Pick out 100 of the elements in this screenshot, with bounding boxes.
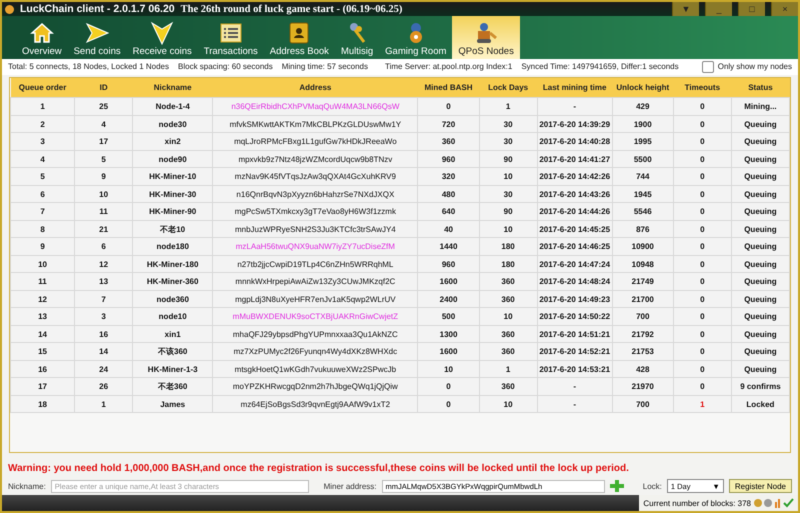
table-cell: 不老360 bbox=[132, 378, 213, 396]
table-cell: 2017-6-20 14:45:25 bbox=[537, 220, 612, 238]
window-control[interactable]: × bbox=[771, 2, 798, 16]
table-cell: 5 bbox=[10, 168, 75, 186]
table-cell: 30 bbox=[479, 115, 538, 133]
table-cell: 0 bbox=[418, 98, 480, 116]
table-cell: 744 bbox=[612, 168, 674, 186]
column-header[interactable]: ID bbox=[74, 78, 133, 98]
column-header[interactable]: Timeouts bbox=[673, 78, 732, 98]
table-cell: 360 bbox=[479, 378, 538, 396]
table-cell: Queuing bbox=[731, 220, 790, 238]
table-cell: 1 bbox=[479, 360, 538, 378]
table-cell: 9 confirms bbox=[731, 378, 790, 396]
table-cell: 1 bbox=[673, 395, 732, 413]
column-header[interactable]: Lock Days bbox=[479, 78, 538, 98]
table-cell: 2017-6-20 14:52:21 bbox=[537, 342, 612, 360]
table-cell: 2017-6-20 14:53:21 bbox=[537, 360, 612, 378]
table-cell: Queuing bbox=[731, 325, 790, 343]
table-cell: node360 bbox=[132, 290, 213, 308]
table-cell: 15 bbox=[10, 342, 75, 360]
table-cell: 700 bbox=[612, 395, 674, 413]
table-cell: HK-Miner-180 bbox=[132, 255, 213, 273]
toolbar-tab[interactable]: QPoS Nodes bbox=[452, 16, 520, 59]
toolbar-tab[interactable]: Address Book bbox=[264, 16, 335, 59]
table-cell: Queuing bbox=[731, 150, 790, 168]
column-header[interactable]: Queue order bbox=[10, 78, 75, 98]
table-cell: 0 bbox=[673, 202, 732, 220]
table-cell: 8 bbox=[10, 220, 75, 238]
table-cell: n27tb2jjcCwpiD19TLp4C6nZHn5WRRqhML bbox=[212, 255, 418, 273]
table-cell: 2017-6-20 14:50:22 bbox=[537, 308, 612, 326]
window-control[interactable]: □ bbox=[738, 2, 765, 16]
table-cell: 11 bbox=[10, 272, 75, 290]
table-cell: xin2 bbox=[132, 132, 213, 150]
table-cell: 2017-6-20 14:41:27 bbox=[537, 150, 612, 168]
table-cell: 1600 bbox=[418, 342, 480, 360]
table-cell: 2017-6-20 14:39:29 bbox=[537, 115, 612, 133]
table-cell: 0 bbox=[673, 185, 732, 203]
toolbar-tab[interactable]: Receive coins bbox=[126, 16, 198, 59]
list-icon bbox=[218, 21, 243, 45]
banner-text: The 26th round of luck game start - (06.19~06.25) bbox=[180, 4, 404, 14]
table-cell: mtsgkHoetQ1wKGdh7vukuuweXWz2SPwcJb bbox=[212, 360, 418, 378]
toolbar-tab[interactable]: Overview bbox=[16, 16, 68, 59]
register-node-button[interactable]: Register Node bbox=[728, 479, 792, 494]
table-cell: 3 bbox=[74, 308, 133, 326]
toolbar-tab[interactable]: Multisig bbox=[334, 16, 380, 59]
table-cell: mgPcSw5TXmkcxy3gT7eVao8yH6W3f1zzmk bbox=[212, 202, 418, 220]
table-cell: 0 bbox=[673, 378, 732, 396]
table-cell: 6 bbox=[74, 238, 133, 256]
column-header[interactable]: Status bbox=[731, 78, 790, 98]
table-cell: 2400 bbox=[418, 290, 480, 308]
table-cell: 0 bbox=[673, 150, 732, 168]
table-cell: mgpLdj3N8uXyeHFR7enJv1aK5qwp2WLrUV bbox=[212, 290, 418, 308]
table-cell: 0 bbox=[673, 272, 732, 290]
table-cell: 24 bbox=[74, 360, 133, 378]
toolbar-tab[interactable]: Gaming Room bbox=[379, 16, 452, 59]
table-cell: Mining... bbox=[731, 98, 790, 116]
table-cell: - bbox=[537, 395, 612, 413]
table-cell: 320 bbox=[418, 168, 480, 186]
table-cell: 10900 bbox=[612, 238, 674, 256]
column-header[interactable]: Address bbox=[212, 78, 418, 98]
column-header[interactable]: Mined BASH bbox=[418, 78, 480, 98]
column-header[interactable]: Nickname bbox=[132, 78, 213, 98]
status-icons-drawing bbox=[754, 498, 794, 508]
table-cell: mqLJroRPMcFBxg1L1gufGw7kHDkJReeaWo bbox=[212, 132, 418, 150]
table-cell: 18 bbox=[10, 395, 75, 413]
toolbar-tab[interactable]: Send coins bbox=[68, 16, 127, 59]
table-cell: - bbox=[537, 98, 612, 116]
synced-time: Synced Time: 1497941659, Differ:1 seconds bbox=[521, 62, 679, 72]
table-cell: Queuing bbox=[731, 360, 790, 378]
table-cell: HK-Miner-10 bbox=[132, 168, 213, 186]
table-cell: 1900 bbox=[612, 115, 674, 133]
table-cell: 2017-6-20 14:40:28 bbox=[537, 132, 612, 150]
table-cell: 21753 bbox=[612, 342, 674, 360]
table-cell: Queuing bbox=[731, 185, 790, 203]
column-header[interactable]: Last mining time bbox=[537, 78, 612, 98]
window-control[interactable]: ▼ bbox=[672, 2, 699, 16]
table-cell: 12 bbox=[10, 290, 75, 308]
nodes-total: Total: 5 connects, 18 Nodes, Locked 1 Nodes bbox=[8, 62, 169, 72]
column-header[interactable]: Unlock height bbox=[612, 78, 674, 98]
table-cell: 30 bbox=[479, 185, 538, 203]
table-cell: n16QnrBqvN3pXyyzn6bHahzrSe7NXdJXQX bbox=[212, 185, 418, 203]
table-cell: 0 bbox=[673, 168, 732, 186]
miner-address-label: Miner address: bbox=[324, 482, 377, 491]
table-cell: 5546 bbox=[612, 202, 674, 220]
checkbox[interactable] bbox=[702, 60, 714, 73]
nickname-label: Nickname: bbox=[8, 482, 46, 491]
table-cell: 2017-6-20 14:49:23 bbox=[537, 290, 612, 308]
table-cell: 1 bbox=[10, 98, 75, 116]
table-cell: 2017-6-20 14:48:24 bbox=[537, 272, 612, 290]
logo-icon bbox=[5, 4, 14, 14]
table-cell: 7 bbox=[74, 290, 133, 308]
table-cell: Queuing bbox=[731, 290, 790, 308]
table-cell: 40 bbox=[418, 220, 480, 238]
table-cell: HK-Miner-90 bbox=[132, 202, 213, 220]
checkbox-label: Only show my nodes bbox=[718, 62, 792, 72]
table-cell: 90 bbox=[479, 150, 538, 168]
add-icon[interactable] bbox=[610, 480, 624, 492]
table-cell: 90 bbox=[479, 202, 538, 220]
window-control[interactable]: _ bbox=[705, 2, 732, 16]
toolbar-tab[interactable]: Transactions bbox=[198, 16, 264, 59]
